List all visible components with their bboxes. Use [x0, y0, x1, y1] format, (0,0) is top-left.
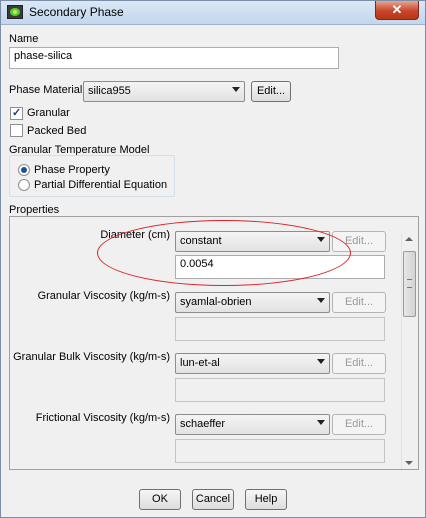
granular-bulk-viscosity-value-input[interactable] — [175, 378, 385, 402]
dialog-button-bar: OK Cancel Help — [1, 479, 425, 517]
frictional-viscosity-value-input[interactable] — [175, 439, 385, 463]
frictional-viscosity-edit-button[interactable]: Edit... — [332, 414, 386, 435]
properties-scrollbar[interactable] — [401, 233, 416, 469]
close-button[interactable]: ✕ — [375, 1, 419, 20]
granular-viscosity-method-value: syamlal-obrien — [180, 296, 252, 308]
diameter-label: Diameter (cm) — [100, 229, 170, 241]
checkmark-icon: ✓ — [12, 107, 22, 119]
radio-phase-property[interactable] — [18, 164, 30, 176]
frictional-viscosity-label: Frictional Viscosity (kg/m-s) — [35, 412, 170, 424]
title-bar[interactable]: Secondary Phase ✕ — [1, 1, 425, 25]
granular-viscosity-method-dropdown[interactable]: syamlal-obrien — [175, 292, 330, 313]
granular-viscosity-edit-button[interactable]: Edit... — [332, 292, 386, 313]
chevron-down-icon — [317, 298, 325, 303]
diameter-method-dropdown[interactable]: constant — [175, 231, 330, 252]
packed-bed-checkbox[interactable] — [10, 124, 23, 137]
chevron-down-icon — [232, 87, 240, 92]
app-icon — [7, 5, 23, 19]
radio-phase-property-label: Phase Property — [34, 164, 110, 176]
phase-material-label: Phase Material — [9, 84, 83, 96]
scroll-down-arrow-icon[interactable] — [405, 461, 413, 465]
chevron-down-icon — [317, 420, 325, 425]
cancel-button[interactable]: Cancel — [192, 489, 234, 510]
granular-viscosity-label: Granular Viscosity (kg/m-s) — [37, 290, 170, 302]
name-label: Name — [9, 33, 39, 45]
diameter-edit-button[interactable]: Edit... — [332, 231, 386, 252]
diameter-method-value: constant — [180, 235, 222, 247]
radio-selected-indicator — [21, 167, 27, 173]
help-button[interactable]: Help — [245, 489, 287, 510]
phase-material-dropdown[interactable]: silica955 — [83, 81, 245, 102]
ok-button[interactable]: OK — [139, 489, 181, 510]
phase-material-value: silica955 — [88, 85, 131, 97]
window-title: Secondary Phase — [29, 5, 124, 19]
granular-bulk-viscosity-method-value: lun-et-al — [180, 357, 220, 369]
scrollbar-thumb[interactable] — [403, 251, 416, 317]
properties-panel: Diameter (cm) constant Edit... 0.0054 Gr… — [9, 216, 419, 470]
granular-bulk-viscosity-edit-button[interactable]: Edit... — [332, 353, 386, 374]
granular-temperature-model-group: Phase Property Partial Differential Equa… — [9, 155, 175, 197]
chevron-down-icon — [317, 237, 325, 242]
scroll-up-arrow-icon[interactable] — [405, 237, 413, 241]
frictional-viscosity-method-dropdown[interactable]: schaeffer — [175, 414, 330, 435]
name-input[interactable]: phase-silica — [9, 47, 339, 69]
properties-title: Properties — [9, 204, 60, 216]
phase-material-edit-button[interactable]: Edit... — [251, 81, 291, 102]
radio-partial-differential-equation-label: Partial Differential Equation — [34, 179, 168, 191]
frictional-viscosity-method-value: schaeffer — [180, 418, 226, 430]
radio-partial-differential-equation[interactable] — [18, 179, 30, 191]
secondary-phase-dialog: Secondary Phase ✕ Name phase-silica Phas… — [0, 0, 426, 518]
granular-bulk-viscosity-label: Granular Bulk Viscosity (kg/m-s) — [13, 351, 170, 363]
granular-label: Granular — [27, 107, 70, 119]
granular-checkbox[interactable]: ✓ — [10, 107, 23, 120]
packed-bed-label: Packed Bed — [27, 125, 87, 137]
diameter-value-input[interactable]: 0.0054 — [175, 255, 385, 279]
granular-bulk-viscosity-method-dropdown[interactable]: lun-et-al — [175, 353, 330, 374]
granular-viscosity-value-input[interactable] — [175, 317, 385, 341]
chevron-down-icon — [317, 359, 325, 364]
